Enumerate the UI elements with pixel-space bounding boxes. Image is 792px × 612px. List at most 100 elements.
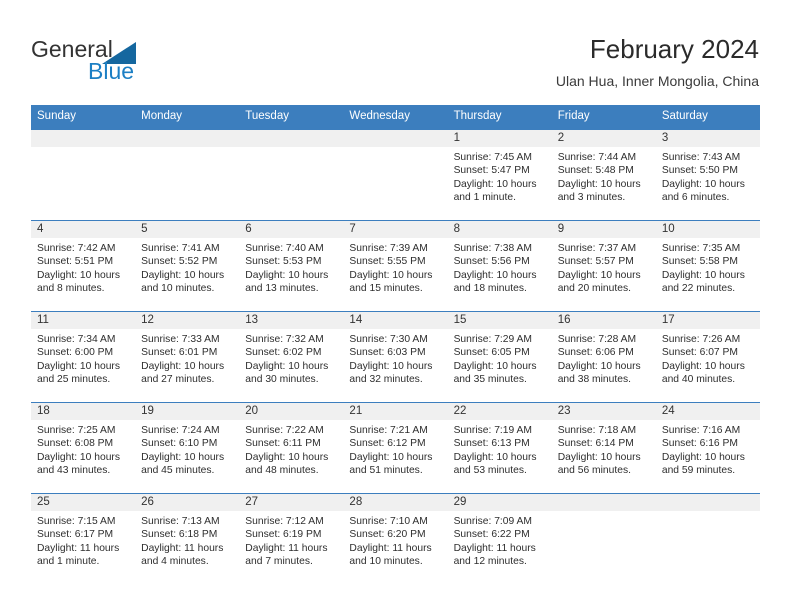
calendar-day-cell[interactable]: 25 Sunrise: 7:15 AM Sunset: 6:17 PM Dayligh…	[31, 493, 136, 584]
sunset-text: Sunset: 6:06 PM	[557, 347, 634, 359]
calendar-day-cell[interactable]: 11 Sunrise: 7:34 AM Sunset: 6:00 PM Dayligh…	[31, 311, 136, 403]
weekday-header-sunday: Sunday	[31, 105, 136, 130]
daylight-text-cont: and 22 minutes.	[661, 283, 736, 295]
calendar-day-cell[interactable]: 5 Sunrise: 7:41 AM Sunset: 5:52 PM Daylight…	[135, 220, 240, 312]
calendar-day-cell[interactable]: 8 Sunrise: 7:38 AM Sunset: 5:56 PM Daylight…	[447, 220, 552, 312]
calendar-day-cell[interactable]: 2 Sunrise: 7:44 AM Sunset: 5:48 PM Daylight…	[551, 129, 656, 221]
sunrise-text: Sunrise: 7:30 AM	[349, 334, 428, 345]
daylight-text: Daylight: 10 hours	[661, 269, 745, 281]
day-details: Sunrise: 7:19 AM Sunset: 6:13 PM Daylight:…	[448, 420, 552, 478]
daylight-text: Daylight: 10 hours	[349, 451, 433, 463]
sunrise-text: Sunrise: 7:26 AM	[661, 334, 741, 345]
daylight-text-cont: and 12 minutes.	[453, 556, 527, 568]
calendar-day-cell-empty	[551, 493, 656, 584]
general-blue-logo[interactable]: General Blue	[31, 37, 211, 89]
calendar-day-cell[interactable]: 22 Sunrise: 7:19 AM Sunset: 6:13 PM Dayligh…	[447, 402, 552, 494]
calendar-day-cell[interactable]: 14 Sunrise: 7:30 AM Sunset: 6:03 PM Dayligh…	[343, 311, 448, 403]
calendar-day-cell[interactable]: 23 Sunrise: 7:18 AM Sunset: 6:14 PM Dayligh…	[551, 402, 656, 494]
day-number: 9	[551, 221, 656, 238]
day-details: Sunrise: 7:38 AM Sunset: 5:56 PM Daylight:…	[448, 238, 552, 296]
day-details: Sunrise: 7:25 AM Sunset: 6:08 PM Daylight:…	[31, 420, 135, 478]
daylight-text: Daylight: 11 hours	[453, 542, 536, 554]
calendar-day-cell[interactable]: 18 Sunrise: 7:25 AM Sunset: 6:08 PM Dayligh…	[31, 402, 136, 494]
calendar-day-cell[interactable]: 17 Sunrise: 7:26 AM Sunset: 6:07 PM Dayligh…	[655, 311, 760, 403]
daylight-text-cont: and 32 minutes.	[349, 374, 423, 386]
daylight-text: Daylight: 10 hours	[245, 269, 329, 281]
calendar-page: General Blue February 2024 Ulan Hua, Inn…	[0, 0, 792, 612]
day-details: Sunrise: 7:10 AM Sunset: 6:20 PM Daylight:…	[343, 511, 447, 569]
daylight-text-cont: and 6 minutes.	[661, 192, 730, 204]
sunrise-text: Sunrise: 7:24 AM	[141, 425, 220, 436]
calendar-day-cell[interactable]: 10 Sunrise: 7:35 AM Sunset: 5:58 PM Dayligh…	[655, 220, 760, 312]
day-number: 4	[31, 221, 136, 238]
day-details: Sunrise: 7:29 AM Sunset: 6:05 PM Daylight:…	[448, 329, 552, 387]
calendar-day-cell[interactable]: 15 Sunrise: 7:29 AM Sunset: 6:05 PM Dayligh…	[447, 311, 552, 403]
day-details: Sunrise: 7:26 AM Sunset: 6:07 PM Daylight:…	[656, 329, 760, 387]
calendar-day-cell[interactable]: 13 Sunrise: 7:32 AM Sunset: 6:02 PM Dayligh…	[239, 311, 344, 403]
day-number: 14	[343, 312, 448, 329]
sunrise-text: Sunrise: 7:39 AM	[349, 243, 428, 254]
calendar-day-cell[interactable]: 3 Sunrise: 7:43 AM Sunset: 5:50 PM Daylight…	[655, 129, 760, 221]
calendar-day-cell[interactable]: 9 Sunrise: 7:37 AM Sunset: 5:57 PM Daylight…	[551, 220, 656, 312]
calendar-day-cell[interactable]: 28 Sunrise: 7:10 AM Sunset: 6:20 PM Dayligh…	[343, 493, 448, 584]
day-number: 2	[551, 130, 656, 147]
calendar-day-cell[interactable]: 21 Sunrise: 7:21 AM Sunset: 6:12 PM Dayligh…	[343, 402, 448, 494]
calendar-day-cell[interactable]: 6 Sunrise: 7:40 AM Sunset: 5:53 PM Daylight…	[239, 220, 344, 312]
day-number	[343, 130, 448, 147]
calendar-day-cell[interactable]: 4 Sunrise: 7:42 AM Sunset: 5:51 PM Daylight…	[31, 220, 136, 312]
sunrise-text: Sunrise: 7:10 AM	[349, 516, 428, 527]
day-number: 23	[551, 403, 656, 420]
sunrise-text: Sunrise: 7:33 AM	[141, 334, 220, 345]
sunset-text: Sunset: 6:19 PM	[245, 529, 322, 541]
calendar-day-cell[interactable]: 19 Sunrise: 7:24 AM Sunset: 6:10 PM Dayligh…	[135, 402, 240, 494]
daylight-text-cont: and 3 minutes.	[557, 192, 626, 204]
page-header: General Blue February 2024 Ulan Hua, Inn…	[0, 0, 792, 104]
sunrise-text: Sunrise: 7:38 AM	[453, 243, 532, 254]
calendar-day-cell-empty	[655, 493, 760, 584]
day-number: 28	[343, 494, 448, 511]
day-details: Sunrise: 7:39 AM Sunset: 5:55 PM Daylight:…	[343, 238, 447, 296]
calendar-day-cell[interactable]: 16 Sunrise: 7:28 AM Sunset: 6:06 PM Dayligh…	[551, 311, 656, 403]
daylight-text: Daylight: 10 hours	[661, 360, 745, 372]
daylight-text-cont: and 27 minutes.	[141, 374, 215, 386]
sunrise-text: Sunrise: 7:19 AM	[453, 425, 532, 436]
day-details: Sunrise: 7:32 AM Sunset: 6:02 PM Daylight:…	[239, 329, 343, 387]
sunrise-text: Sunrise: 7:40 AM	[245, 243, 324, 254]
day-number: 12	[135, 312, 240, 329]
day-number: 3	[655, 130, 760, 147]
sunset-text: Sunset: 6:12 PM	[349, 438, 426, 450]
daylight-text-cont: and 1 minute.	[37, 556, 100, 568]
day-number	[135, 130, 240, 147]
sunrise-text: Sunrise: 7:13 AM	[141, 516, 220, 527]
weekday-header-monday: Monday	[135, 105, 240, 130]
daylight-text: Daylight: 10 hours	[37, 451, 120, 463]
sunset-text: Sunset: 5:58 PM	[661, 256, 738, 268]
daylight-text: Daylight: 10 hours	[37, 269, 120, 281]
day-number: 26	[135, 494, 240, 511]
day-details: Sunrise: 7:35 AM Sunset: 5:58 PM Daylight:…	[656, 238, 760, 296]
daylight-text-cont: and 30 minutes.	[245, 374, 319, 386]
calendar-day-cell[interactable]: 12 Sunrise: 7:33 AM Sunset: 6:01 PM Dayligh…	[135, 311, 240, 403]
sunrise-text: Sunrise: 7:21 AM	[349, 425, 428, 436]
calendar-day-cell[interactable]: 7 Sunrise: 7:39 AM Sunset: 5:55 PM Daylight…	[343, 220, 448, 312]
sunset-text: Sunset: 5:48 PM	[557, 165, 634, 177]
day-number: 13	[239, 312, 344, 329]
day-number: 11	[31, 312, 136, 329]
sunset-text: Sunset: 5:56 PM	[453, 256, 530, 268]
day-number: 15	[447, 312, 552, 329]
day-number	[655, 494, 760, 511]
sunrise-text: Sunrise: 7:41 AM	[141, 243, 220, 254]
daylight-text: Daylight: 10 hours	[453, 451, 537, 463]
calendar-day-cell[interactable]: 20 Sunrise: 7:22 AM Sunset: 6:11 PM Dayligh…	[239, 402, 344, 494]
sunset-text: Sunset: 5:52 PM	[141, 256, 218, 268]
day-number	[31, 130, 136, 147]
day-details: Sunrise: 7:44 AM Sunset: 5:48 PM Daylight:…	[552, 147, 656, 205]
calendar-day-cell[interactable]: 29 Sunrise: 7:09 AM Sunset: 6:22 PM Dayligh…	[447, 493, 552, 584]
day-number: 16	[551, 312, 656, 329]
day-details: Sunrise: 7:43 AM Sunset: 5:50 PM Daylight:…	[656, 147, 760, 205]
calendar-day-cell[interactable]: 24 Sunrise: 7:16 AM Sunset: 6:16 PM Dayligh…	[655, 402, 760, 494]
calendar-day-cell[interactable]: 27 Sunrise: 7:12 AM Sunset: 6:19 PM Dayligh…	[239, 493, 344, 584]
sunset-text: Sunset: 6:16 PM	[661, 438, 738, 450]
calendar-day-cell[interactable]: 26 Sunrise: 7:13 AM Sunset: 6:18 PM Dayligh…	[135, 493, 240, 584]
calendar-day-cell[interactable]: 1 Sunrise: 7:45 AM Sunset: 5:47 PM Daylight…	[447, 129, 552, 221]
